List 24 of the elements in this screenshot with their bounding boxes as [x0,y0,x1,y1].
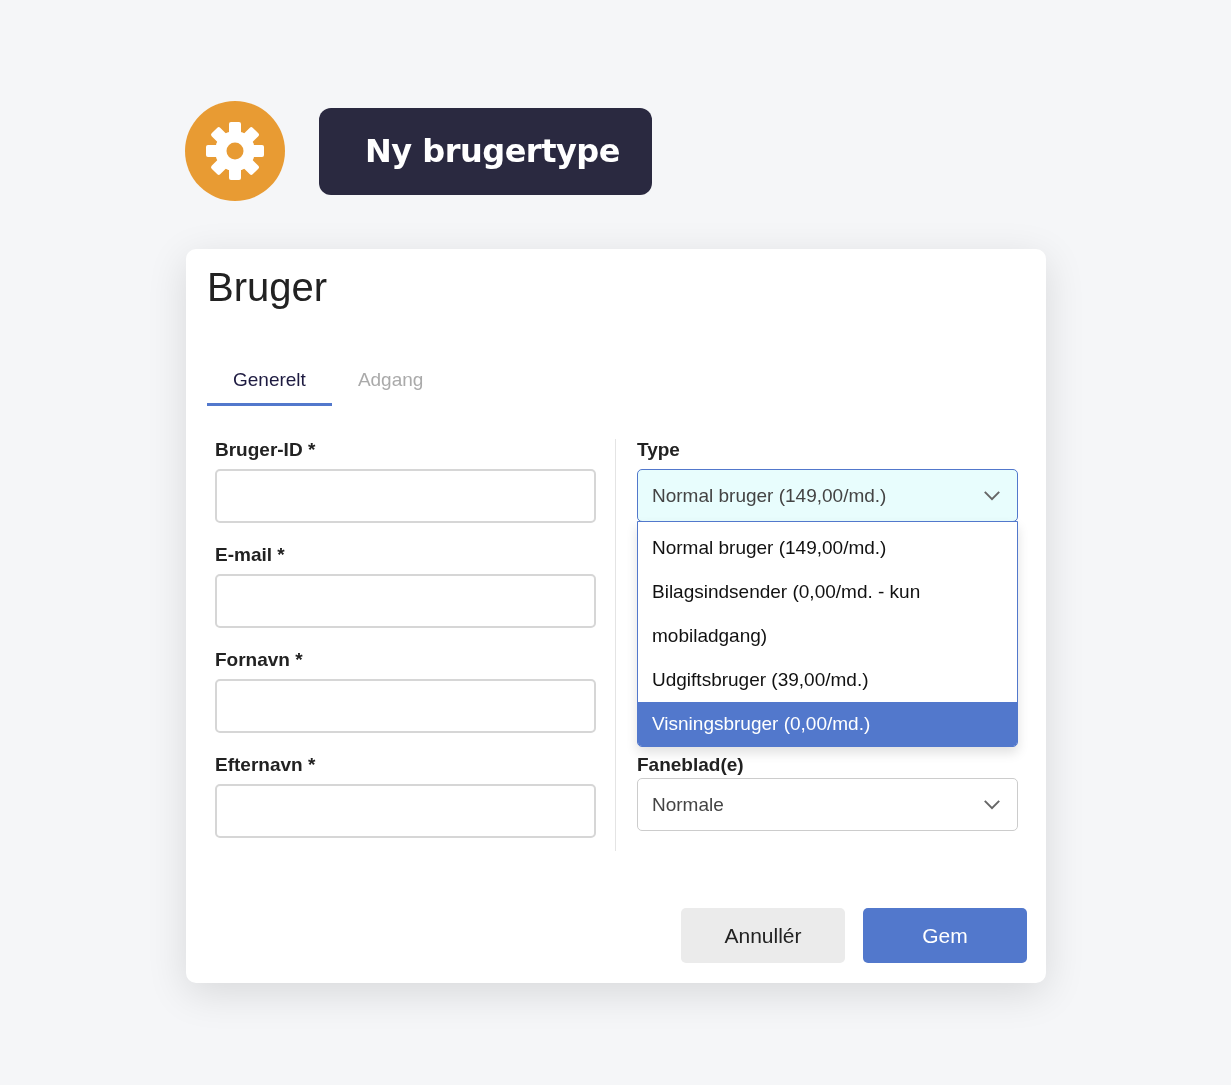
chevron-down-icon [983,799,1001,810]
save-button[interactable]: Gem [863,908,1027,963]
page-title: Ny brugertype [319,107,652,195]
field-label: Bruger-ID * [215,439,317,461]
input-field[interactable] [215,679,596,733]
field-label: Faneblad(e) [637,754,745,776]
dialog-title: Bruger [207,265,329,311]
tab-dropdown[interactable]: Normale [637,778,1018,831]
input-field[interactable] [215,574,596,628]
chevron-down-icon [983,490,1001,501]
cancel-button[interactable]: Annullér [681,908,845,963]
field-label: Type [637,439,681,461]
field-label: Fornavn * [215,649,304,671]
input-field[interactable] [215,469,596,523]
tab[interactable]: Generelt [207,363,332,406]
gear-icon [185,101,285,201]
dropdown-option[interactable]: Visningsbruger (0,00/md.) [638,702,1017,746]
dropdown-option[interactable]: Udgiftsbruger (39,00/md.) [638,658,1017,702]
field-label: E-mail * [215,544,286,566]
type-dropdown[interactable]: Normal bruger (149,00/md.) [637,469,1018,522]
dropdown-option[interactable]: Normal bruger (149,00/md.) [638,526,1017,570]
input-field[interactable] [215,784,596,838]
dropdown-option[interactable]: Bilagsindsender (0,00/md. - kun mobiladgang) [638,570,1017,658]
field-label: Efternavn * [215,754,317,776]
